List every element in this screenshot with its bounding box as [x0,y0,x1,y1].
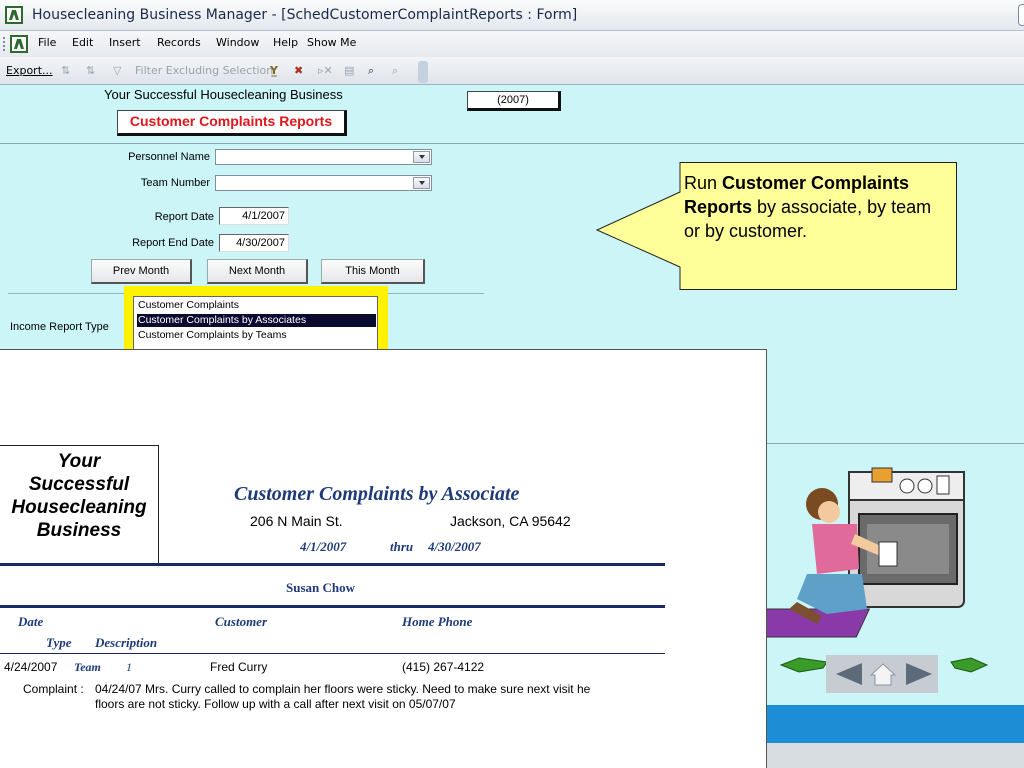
report-date-field[interactable]: 4/1/2007 [219,207,289,225]
row-team-label: Team [74,660,101,674]
toolbar: Export... ⇅ ⇅ ▽ Filter Excluding Selecti… [0,57,1024,85]
logo-line: Successful [28,474,130,495]
hand-pointer-right [949,654,989,676]
report-type-highlight: Customer Complaints Customer Complaints … [124,286,388,352]
report-end-date-field[interactable]: 4/30/2007 [219,234,289,252]
sort-descending-icon[interactable]: ⇅ [86,64,95,77]
report-type-option[interactable]: Customer Complaints [137,299,376,312]
prev-arrow-icon[interactable] [834,661,864,687]
replace-icon[interactable]: ⌕ [392,64,398,78]
menu-window[interactable]: Window [216,36,259,49]
income-report-type-label: Income Report Type [10,321,109,333]
year-badge: (2007) [467,91,561,111]
blue-bar [767,705,1024,743]
row-customer: Fred Curry [210,660,268,674]
col-description: Description [95,635,158,650]
menu-help[interactable]: Help [273,36,298,49]
new-record-icon[interactable]: ▤ [344,64,354,77]
menu-grip[interactable] [3,37,6,51]
callout-prefix: Run [684,173,723,193]
export-button[interactable]: Export... [6,64,53,77]
menu-edit[interactable]: Edit [72,36,93,49]
divider [0,653,665,654]
next-arrow-icon[interactable] [904,661,934,687]
hand-pointer-left [779,654,829,676]
col-type: Type [46,635,72,650]
window-control[interactable] [1018,4,1024,26]
divider [0,605,665,608]
callout: Run Customer Complaints Reports by assoc… [596,162,958,290]
personnel-name-combo[interactable] [215,149,432,165]
form-header: Your Successful Housecleaning Business (… [0,85,1024,144]
team-number-label: Team Number [140,177,210,189]
sort-ascending-icon[interactable]: ⇅ [61,64,70,77]
personnel-name-label: Personnel Name [128,151,210,163]
business-name: Your Successful Housecleaning Business [104,87,343,102]
filter-icon[interactable]: ▽ [113,64,121,77]
report-title: Customer Complaints by Associate [234,483,520,505]
complaint-label: Complaint : [23,682,84,696]
chevron-down-icon[interactable] [413,151,430,163]
form-title: Customer Complaints Reports [117,110,347,136]
report-thru: thru [390,539,414,554]
logo-line: Business [36,520,122,541]
report-start-date: 4/1/2007 [300,539,347,554]
row-team-number: 1 [126,660,132,674]
access-app-icon [5,6,23,24]
report-end-date: 4/30/2007 [428,539,481,554]
chevron-down-icon[interactable] [413,177,430,189]
remove-filter-icon[interactable]: ✖ [294,64,303,77]
report-logo: Your Successful Housecleaning Business [0,445,159,564]
menu-show-me[interactable]: Show Me [307,36,356,49]
row-phone: (415) 267-4122 [402,660,485,674]
cleaning-lady-illustration [767,467,965,638]
delete-record-icon[interactable]: ▹✕ [318,64,333,77]
menu-file[interactable]: File [38,36,56,49]
this-month-button[interactable]: This Month [321,259,425,284]
logo-line: Housecleaning [11,497,147,518]
home-icon[interactable] [870,661,896,687]
menu-bar: File Edit Insert Records Window Help Sho… [0,31,1024,57]
menu-insert[interactable]: Insert [109,36,141,49]
col-date: Date [18,614,44,629]
menu-records[interactable]: Records [157,36,201,49]
divider [0,563,665,566]
col-customer: Customer [215,614,268,629]
callout-text: Run Customer Complaints Reports by assoc… [684,171,944,243]
team-number-combo[interactable] [215,175,432,191]
report-type-listbox[interactable]: Customer Complaints Customer Complaints … [133,296,378,352]
report-preview: Your Successful Housecleaning Business C… [0,349,767,768]
row-date: 4/24/2007 [4,660,58,674]
next-month-button[interactable]: Next Month [207,259,308,284]
report-address: 206 N Main St. [250,513,343,529]
slide-navigation [826,655,938,693]
report-date-label: Report Date [154,211,214,223]
prev-month-button[interactable]: Prev Month [91,259,192,284]
window-title: Housecleaning Business Manager - [SchedC… [32,7,578,23]
logo-line: Your [57,451,101,472]
complaint-line-1: 04/24/07 Mrs. Curry called to complain h… [95,682,591,696]
report-type-option-selected[interactable]: Customer Complaints by Associates [137,314,376,327]
complaint-line-2: floors are not sticky. Follow up with a … [95,697,456,711]
report-end-date-label: Report End Date [132,237,214,249]
col-home-phone: Home Phone [402,614,473,629]
form-icon[interactable] [10,35,28,53]
associate-name: Susan Chow [286,580,356,595]
report-type-option[interactable]: Customer Complaints by Teams [137,329,376,342]
title-bar: Housecleaning Business Manager - [SchedC… [0,0,1024,31]
filter-excluding-selection[interactable]: Filter Excluding Selection [135,64,273,77]
find-icon[interactable]: ⌕ [368,64,374,78]
toolbar-options[interactable] [418,61,428,83]
apply-filter-icon[interactable]: Y̲ [270,64,278,77]
status-bar [767,743,1024,768]
report-city: Jackson, CA 95642 [450,513,571,529]
